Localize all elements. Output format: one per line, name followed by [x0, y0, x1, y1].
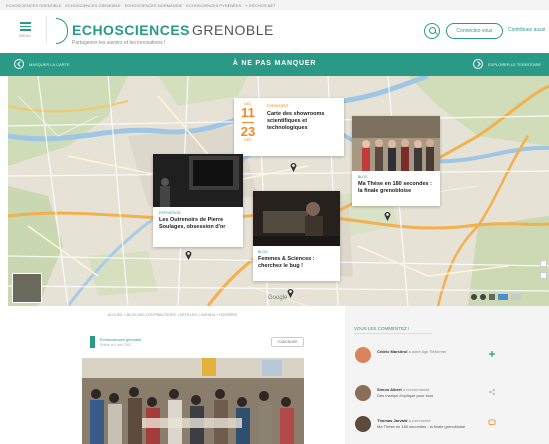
- divider: [46, 16, 47, 44]
- comment-header: Simon Albert a recommandé: [377, 387, 430, 392]
- logo-city: GRENOBLE: [192, 22, 274, 38]
- top-link[interactable]: ECHOSCIENCES NORMANDIE: [125, 3, 183, 8]
- google-attribution: Google: [268, 295, 288, 301]
- avatar[interactable]: [355, 385, 371, 401]
- avatar[interactable]: [355, 416, 371, 432]
- article-breadcrumb[interactable]: ACCUEIL > BLOG DES CONTRIBUTEURS > ARTIC…: [0, 313, 345, 317]
- map-card-event[interactable]: DÉC 11 23 DÉC ÉVÉNEMENT Carte des showro…: [234, 98, 344, 156]
- top-breadcrumb-strip: ECHOSCIENCES GRENOBLE ECHOSCIENCES GRENO…: [0, 0, 549, 10]
- card-photo: [253, 191, 340, 246]
- author-name[interactable]: Échosciences grenoble: [100, 337, 141, 342]
- top-link[interactable]: + D'ÉCHOS.NET: [245, 3, 275, 8]
- comment-item[interactable]: Simon Albert a recommandé Des manips d'o…: [355, 385, 535, 407]
- menu-button[interactable]: MENU: [14, 22, 36, 40]
- comment-action: a recommandé: [402, 387, 430, 392]
- map-pin-icon[interactable]: [287, 288, 294, 298]
- avatar[interactable]: [355, 347, 371, 363]
- search-button[interactable]: [424, 23, 440, 39]
- divider: [354, 333, 432, 334]
- card-title: Ma Thèse en 180 secondes : la finale gre…: [358, 181, 432, 194]
- map-card-article[interactable]: BLOG Ma Thèse en 180 secondes : la final…: [352, 116, 440, 206]
- map-satellite-toggle[interactable]: [12, 273, 42, 303]
- explore-label: EXPLORER LE TERRITOIRE: [488, 61, 541, 67]
- event-day-end: 23: [240, 124, 256, 139]
- author-subtitle: Publié le 6 déc 2017: [100, 343, 132, 347]
- page: ECHOSCIENCES GRENOBLE ECHOSCIENCES GRENO…: [0, 0, 549, 444]
- plus-icon[interactable]: [488, 350, 496, 358]
- card-title: Les Outrenoirs de Pierre Soulages, obses…: [159, 217, 226, 230]
- card-photo: [352, 116, 440, 171]
- top-link[interactable]: ECHOSCIENCES GRENOBLE: [65, 3, 120, 8]
- layer-icon[interactable]: [511, 294, 521, 300]
- comment-text[interactable]: Des manips d'optique pour tous: [377, 393, 433, 399]
- top-link[interactable]: ECHOSCIENCES GRENOBLE: [6, 3, 61, 8]
- card-category: EXPOSITION: [159, 211, 181, 215]
- comment-text[interactable]: Ma Thèse en 180 secondes : la finale gre…: [377, 424, 477, 430]
- explore-territory-button[interactable]: EXPLORER LE TERRITOIRE: [473, 59, 541, 69]
- site-tagline: Partageons les savoirs et les innovation…: [72, 40, 166, 46]
- top-link[interactable]: ECHOSCIENCES PYRÉNÉES: [186, 3, 241, 8]
- menu-label: MENU: [19, 32, 31, 38]
- layer-icon[interactable]: [498, 294, 508, 300]
- comment-action: a aimé Agir Réformer: [408, 349, 447, 354]
- card-photo: [153, 154, 243, 207]
- follow-button[interactable]: S'ABONNER: [271, 337, 304, 347]
- site-header: MENU ECHOSCIENCES GRENOBLE Partageons les…: [0, 10, 549, 50]
- comment-author[interactable]: Thomas Jarvaid: [377, 418, 407, 423]
- comment-item[interactable]: Cédric Marsitrol a aimé Agir Réformer: [355, 347, 535, 369]
- comment-header: Cédric Marsitrol a aimé Agir Réformer: [377, 349, 446, 354]
- map-card-article[interactable]: BLOG Femmes & Sciences : cherchez le bug…: [253, 191, 340, 281]
- comment-action: a commenté: [408, 418, 431, 423]
- contribute-link[interactable]: Contribuez aussi: [508, 27, 545, 33]
- author-icon: [90, 336, 95, 348]
- card-category: BLOG: [358, 175, 368, 179]
- map-pin-icon[interactable]: [384, 211, 391, 221]
- comment-item[interactable]: Thomas Jarvaid a commenté Ma Thèse en 18…: [355, 416, 535, 438]
- chevron-right-icon: [473, 59, 484, 69]
- event-date-end: 23 DÉC: [239, 125, 257, 142]
- event-date-start: DÉC 11: [239, 102, 257, 119]
- article-preview: ACCUEIL > BLOG DES CONTRIBUTEURS > ARTIC…: [0, 306, 345, 444]
- map-pin-icon[interactable]: [185, 250, 192, 260]
- card-category: ÉVÉNEMENT: [267, 104, 289, 108]
- comments-panel: VOUS LES COMMENTEZ ! Cédric Marsitrol a …: [345, 306, 549, 444]
- card-category: BLOG: [258, 250, 268, 254]
- date-separator: [242, 122, 254, 123]
- share-icon[interactable]: [488, 388, 496, 396]
- comment-author[interactable]: Simon Albert: [377, 387, 402, 392]
- event-day-start: 11: [241, 105, 255, 120]
- map-layer-controls[interactable]: [471, 294, 543, 302]
- comment-icon[interactable]: [488, 419, 496, 427]
- logo-arc-icon: [56, 18, 68, 44]
- comments-title: VOUS LES COMMENTEZ !: [354, 326, 410, 331]
- highlight-banner: MASQUER LA CARTE À NE PAS MANQUER EXPLOR…: [0, 53, 549, 76]
- connect-button[interactable]: Connectez-vous: [446, 23, 503, 39]
- site-logo[interactable]: ECHOSCIENCES GRENOBLE: [72, 22, 274, 38]
- map-pin-icon[interactable]: [290, 162, 297, 172]
- map[interactable]: DÉC 11 23 DÉC ÉVÉNEMENT Carte des showro…: [8, 76, 549, 306]
- banner-title: À NE PAS MANQUER: [232, 60, 317, 67]
- settings-icon[interactable]: [480, 294, 486, 300]
- logo-main: ECHOSCIENCES: [72, 22, 191, 38]
- fullscreen-icon[interactable]: [489, 294, 495, 300]
- hamburger-icon: [19, 22, 31, 24]
- card-title: Femmes & Sciences : cherchez le bug !: [258, 256, 315, 269]
- hamburger-icon: [19, 29, 31, 31]
- article-photo[interactable]: [82, 358, 304, 444]
- settings-icon[interactable]: [471, 294, 477, 300]
- map-card-article[interactable]: EXPOSITION Les Outrenoirs de Pierre Soul…: [153, 154, 243, 247]
- comment-header: Thomas Jarvaid a commenté: [377, 418, 431, 423]
- hamburger-icon: [19, 25, 31, 27]
- card-title: Carte des showrooms scientifiques et tec…: [267, 111, 325, 131]
- zoom-in-button[interactable]: [540, 260, 547, 267]
- zoom-out-button[interactable]: [540, 272, 547, 279]
- comment-author[interactable]: Cédric Marsitrol: [377, 349, 407, 354]
